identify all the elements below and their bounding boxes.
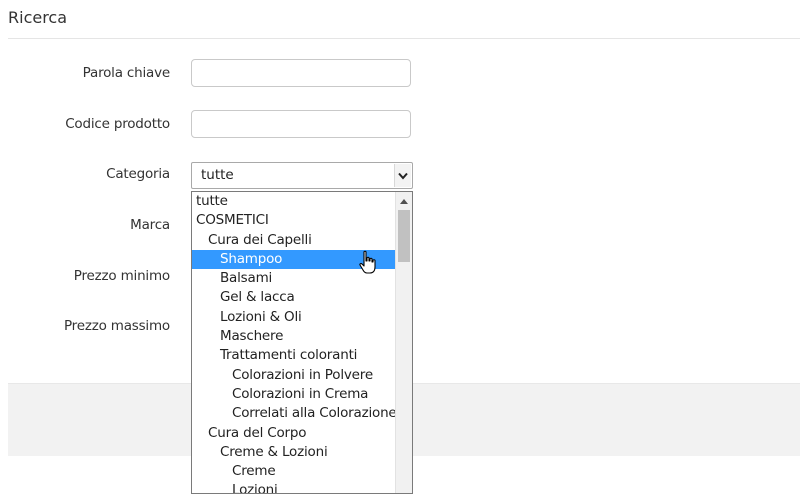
hand-pointer-icon [359,250,376,274]
category-option[interactable]: tutte [192,192,395,211]
category-select[interactable]: tutte [191,162,413,189]
title-divider [8,38,800,39]
category-option[interactable]: Trattamenti coloranti [192,346,395,365]
category-option[interactable]: Lozioni [192,481,395,493]
category-option[interactable]: Cura del Corpo [192,424,395,443]
category-option[interactable]: Lozioni & Oli [192,308,395,327]
dropdown-scrollbar[interactable] [395,192,412,493]
category-option[interactable]: Colorazioni in Polvere [192,366,395,385]
product-code-input[interactable] [191,110,411,138]
chevron-down-icon[interactable] [394,164,411,187]
max-price-label: Prezzo massimo [63,318,170,334]
keyword-label: Parola chiave [82,65,171,81]
category-label: Categoria [106,166,170,182]
category-select-value: tutte [201,167,234,183]
brand-label: Marca [130,217,170,233]
product-code-label: Codice prodotto [65,116,170,132]
category-option[interactable]: Creme [192,462,395,481]
category-option[interactable]: Cura dei Capelli [192,231,395,250]
category-option[interactable]: Colorazioni in Crema [192,385,395,404]
keyword-input[interactable] [191,59,411,87]
category-option[interactable]: Maschere [192,327,395,346]
page-title: Ricerca [8,8,68,27]
category-option[interactable]: COSMETICI [192,211,395,230]
category-option[interactable]: Correlati alla Colorazione [192,404,397,423]
scrollbar-thumb[interactable] [398,210,410,262]
category-options: tutte COSMETICI Cura dei Capelli Shampoo Bal… [192,192,397,493]
min-price-label: Prezzo minimo [73,268,170,284]
category-option[interactable]: Creme & Lozioni [192,443,395,462]
category-dropdown-list[interactable]: tutte COSMETICI Cura dei Capelli Shampoo Bal… [191,191,413,494]
arrow-up-icon[interactable] [396,192,412,209]
category-option[interactable]: Gel & lacca [192,288,395,307]
